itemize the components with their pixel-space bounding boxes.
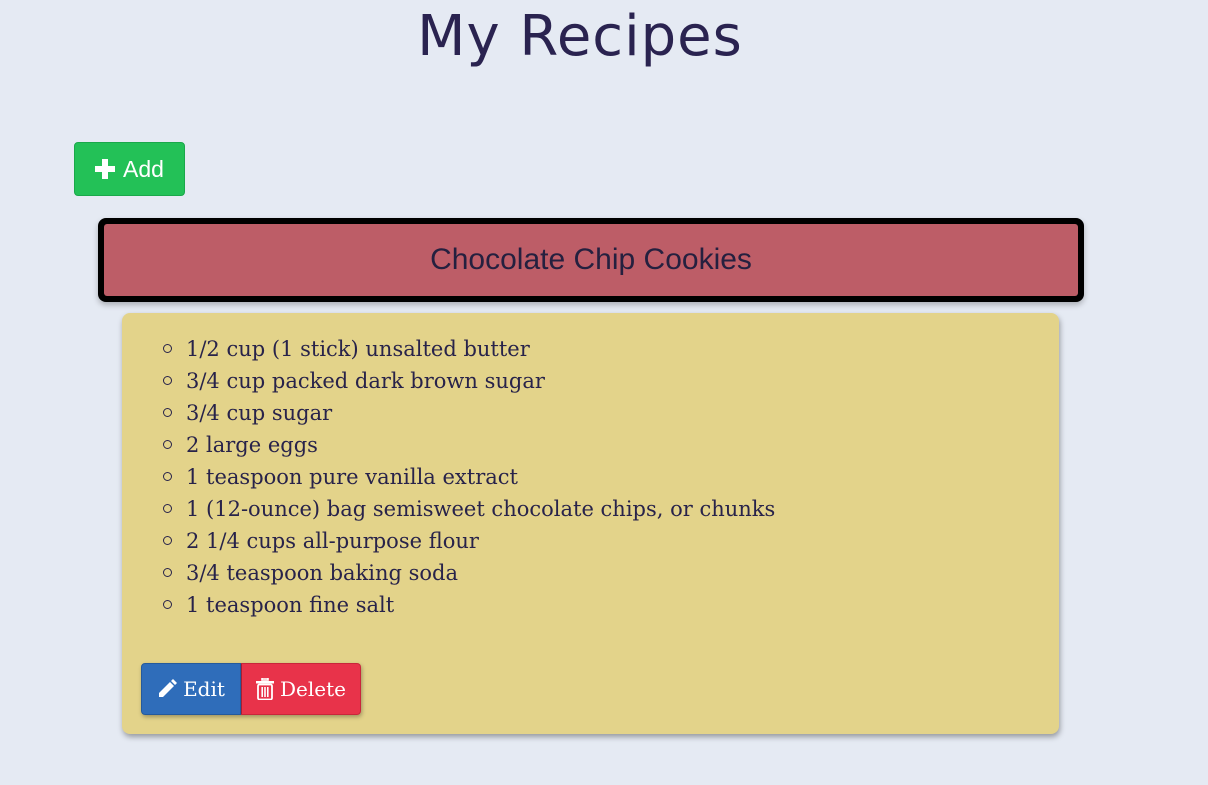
ingredient-item: 3/4 cup sugar — [163, 397, 775, 429]
ingredient-item: 3/4 teaspoon baking soda — [163, 557, 775, 589]
ingredient-item: 1 (12-ounce) bag semisweet chocolate chi… — [163, 493, 775, 525]
add-recipe-button[interactable]: Add — [74, 142, 185, 196]
recipe-actions: Edit Delete — [141, 663, 361, 715]
ingredient-item: 1/2 cup (1 stick) unsalted butter — [163, 333, 775, 365]
recipe-title: Chocolate Chip Cookies — [104, 224, 1078, 296]
edit-button-label: Edit — [183, 677, 225, 701]
pencil-icon — [157, 679, 178, 699]
bullet-icon — [163, 600, 172, 609]
add-button-label: Add — [123, 155, 164, 182]
bullet-icon — [163, 472, 172, 481]
edit-button[interactable]: Edit — [141, 663, 241, 715]
plus-icon — [95, 159, 116, 179]
recipe-body: 1/2 cup (1 stick) unsalted butter 3/4 cu… — [122, 313, 1059, 734]
bullet-icon — [163, 408, 172, 417]
page-title: My Recipes — [417, 4, 743, 69]
ingredient-item: 3/4 cup packed dark brown sugar — [163, 365, 775, 397]
bullet-icon — [163, 376, 172, 385]
ingredient-list: 1/2 cup (1 stick) unsalted butter 3/4 cu… — [163, 333, 775, 621]
delete-button[interactable]: Delete — [241, 663, 361, 715]
ingredient-item: 1 teaspoon pure vanilla extract — [163, 461, 775, 493]
bullet-icon — [163, 504, 172, 513]
trash-icon — [256, 678, 274, 700]
ingredient-item: 2 large eggs — [163, 429, 775, 461]
bullet-icon — [163, 440, 172, 449]
delete-button-label: Delete — [280, 677, 346, 701]
recipe-header[interactable]: Chocolate Chip Cookies — [98, 218, 1084, 302]
ingredient-item: 1 teaspoon fine salt — [163, 589, 775, 621]
bullet-icon — [163, 568, 172, 577]
bullet-icon — [163, 536, 172, 545]
ingredient-item: 2 1/4 cups all-purpose flour — [163, 525, 775, 557]
bullet-icon — [163, 344, 172, 353]
